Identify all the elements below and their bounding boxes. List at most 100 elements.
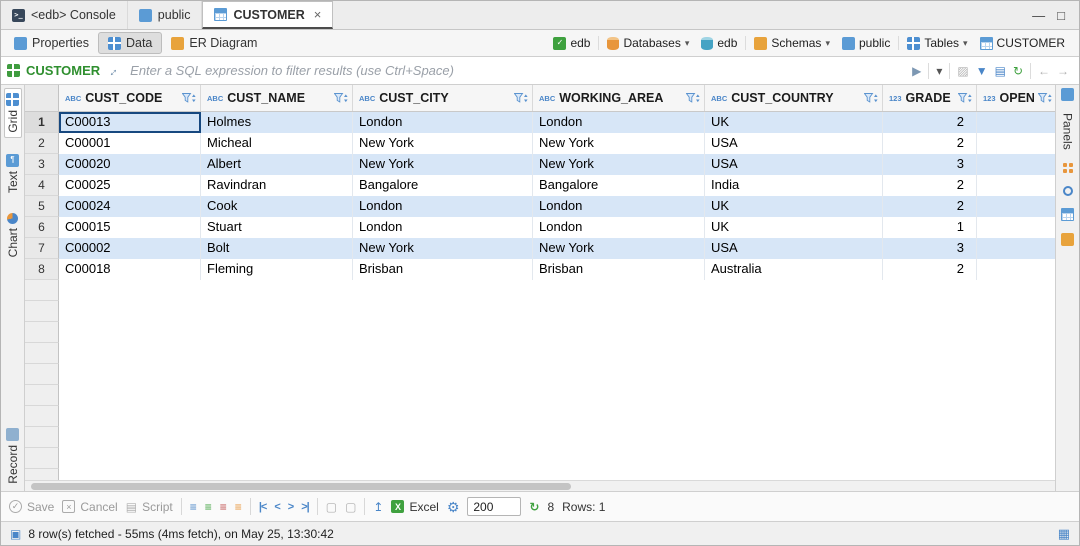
- cancel-button[interactable]: × Cancel: [62, 500, 117, 514]
- row-number[interactable]: 5: [25, 196, 59, 217]
- filter-sort-icon[interactable]: [334, 93, 348, 104]
- row-number[interactable]: 1: [25, 112, 59, 133]
- cell[interactable]: London: [353, 112, 533, 133]
- cell[interactable]: C00015: [59, 217, 201, 238]
- cell[interactable]: UK: [705, 217, 883, 238]
- save-filter-icon[interactable]: ▤: [995, 65, 1006, 77]
- cell[interactable]: C00018: [59, 259, 201, 280]
- cell[interactable]: 2: [883, 175, 977, 196]
- cell[interactable]: New York: [353, 238, 533, 259]
- cell[interactable]: C00024: [59, 196, 201, 217]
- table-row[interactable]: 6C00015StuartLondonLondonUK1: [25, 217, 1055, 238]
- cell[interactable]: USA: [705, 133, 883, 154]
- refresh-icon[interactable]: ↻: [529, 501, 539, 513]
- cell[interactable]: [977, 217, 1055, 238]
- row-number[interactable]: 8: [25, 259, 59, 280]
- excel-export-button[interactable]: X Excel: [391, 500, 438, 514]
- cell[interactable]: Fleming: [201, 259, 353, 280]
- table-row[interactable]: 8C00018FlemingBrisbanBrisbanAustralia2: [25, 259, 1055, 280]
- cell[interactable]: Brisban: [353, 259, 533, 280]
- horizontal-scrollbar[interactable]: [25, 480, 1055, 491]
- refresh-config-icon[interactable]: ↻: [1013, 65, 1023, 77]
- export-icon[interactable]: ↥: [373, 501, 383, 513]
- cell[interactable]: New York: [533, 238, 705, 259]
- column-header-openin[interactable]: 123OPENIN: [977, 85, 1055, 111]
- row-number[interactable]: 3: [25, 154, 59, 175]
- filter-sort-icon[interactable]: [686, 93, 700, 104]
- script-button[interactable]: ▤ Script: [126, 500, 173, 514]
- cell[interactable]: London: [353, 217, 533, 238]
- cell[interactable]: Ravindran: [201, 175, 353, 196]
- add-row-icon[interactable]: ≡: [205, 501, 212, 513]
- view-tab-chart[interactable]: Chart: [5, 209, 21, 261]
- cell[interactable]: C00020: [59, 154, 201, 175]
- gear-icon[interactable]: ⚙: [447, 500, 460, 514]
- column-header-grade[interactable]: 123GRADE: [883, 85, 977, 111]
- cell[interactable]: Bangalore: [353, 175, 533, 196]
- cell[interactable]: UK: [705, 112, 883, 133]
- value-viewer-panel-icon[interactable]: [1063, 186, 1073, 196]
- apply-filter-icon[interactable]: ▶: [912, 65, 921, 77]
- cell[interactable]: Bolt: [201, 238, 353, 259]
- cell[interactable]: London: [533, 217, 705, 238]
- duplicate-row-icon[interactable]: ≡: [235, 501, 242, 513]
- cell[interactable]: New York: [353, 133, 533, 154]
- row-number[interactable]: 4: [25, 175, 59, 196]
- breadcrumb-connection[interactable]: ✓ edb: [549, 34, 594, 52]
- cell[interactable]: Holmes: [201, 112, 353, 133]
- next-row-icon[interactable]: >: [288, 501, 293, 513]
- prev-row-icon[interactable]: <: [274, 501, 279, 513]
- save-button[interactable]: ✓ Save: [9, 500, 54, 514]
- filter-input[interactable]: [124, 61, 906, 80]
- column-header-cust_name[interactable]: ABCCUST_NAME: [201, 85, 353, 111]
- column-header-working_area[interactable]: ABCWORKING_AREA: [533, 85, 705, 111]
- cell[interactable]: 2: [883, 196, 977, 217]
- table-row[interactable]: 3C00020AlbertNew YorkNew YorkUSA3: [25, 154, 1055, 175]
- tab-properties[interactable]: Properties: [5, 33, 98, 53]
- back-icon[interactable]: ←: [1038, 65, 1050, 77]
- grid-corner[interactable]: [25, 85, 59, 111]
- cell[interactable]: 3: [883, 154, 977, 175]
- view-tab-text[interactable]: ¶ Text: [5, 150, 21, 197]
- panel-toggle-icon[interactable]: ▦: [1058, 526, 1070, 542]
- table-row[interactable]: 7C00002BoltNew YorkNew YorkUSA3: [25, 238, 1055, 259]
- edit-value-icon[interactable]: ≡: [190, 501, 197, 513]
- cell[interactable]: [977, 133, 1055, 154]
- cell[interactable]: [977, 154, 1055, 175]
- tab-data[interactable]: Data: [98, 32, 162, 54]
- cell[interactable]: C00001: [59, 133, 201, 154]
- cell[interactable]: New York: [533, 154, 705, 175]
- cell[interactable]: London: [533, 112, 705, 133]
- cell[interactable]: 3: [883, 238, 977, 259]
- metadata-panel-icon[interactable]: [1063, 163, 1067, 167]
- cell[interactable]: C00025: [59, 175, 201, 196]
- column-header-cust_country[interactable]: ABCCUST_COUNTRY: [705, 85, 883, 111]
- table-row[interactable]: 2C00001MichealNew YorkNew YorkUSA2: [25, 133, 1055, 154]
- cell[interactable]: London: [533, 196, 705, 217]
- scrollbar-thumb[interactable]: [31, 483, 571, 490]
- filter-sort-icon[interactable]: [514, 93, 528, 104]
- cell[interactable]: [977, 259, 1055, 280]
- cell[interactable]: C00002: [59, 238, 201, 259]
- expand-icon[interactable]: ↔: [103, 61, 121, 79]
- row-number[interactable]: 7: [25, 238, 59, 259]
- table-row[interactable]: 1C00013HolmesLondonLondonUK2: [25, 112, 1055, 133]
- cell[interactable]: Bangalore: [533, 175, 705, 196]
- column-header-cust_city[interactable]: ABCCUST_CITY: [353, 85, 533, 111]
- filter-sort-icon[interactable]: [958, 93, 972, 104]
- cell[interactable]: Australia: [705, 259, 883, 280]
- cell[interactable]: 2: [883, 259, 977, 280]
- view-tab-grid[interactable]: Grid: [4, 88, 22, 138]
- filter-sort-icon[interactable]: [864, 93, 878, 104]
- filter-settings-icon[interactable]: ▼: [976, 65, 988, 77]
- cell[interactable]: Stuart: [201, 217, 353, 238]
- fetch-all-icon[interactable]: ▢: [345, 501, 356, 513]
- open-panel-icon[interactable]: [1061, 88, 1074, 101]
- cell[interactable]: USA: [705, 154, 883, 175]
- cell[interactable]: Albert: [201, 154, 353, 175]
- cell[interactable]: Cook: [201, 196, 353, 217]
- breadcrumb-databases[interactable]: Databases ▾: [603, 34, 693, 52]
- cell[interactable]: New York: [353, 154, 533, 175]
- breadcrumb-tables[interactable]: Tables ▾: [903, 34, 971, 52]
- grouping-panel-icon[interactable]: [1061, 208, 1074, 221]
